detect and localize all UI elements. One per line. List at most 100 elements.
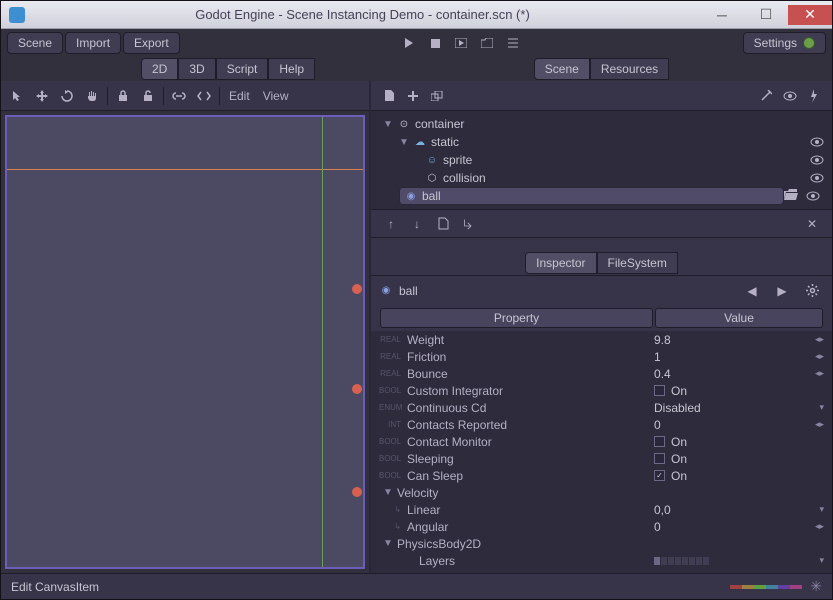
prop-value[interactable]: On	[654, 384, 824, 398]
inspector-object-name: ball	[399, 284, 734, 298]
menu-scene[interactable]: Scene	[7, 32, 63, 54]
history-back-icon[interactable]: ◀	[740, 280, 764, 302]
tab-inspector[interactable]: Inspector	[525, 252, 596, 274]
checkbox[interactable]	[654, 436, 665, 447]
delete-icon[interactable]: ✕	[800, 213, 824, 235]
list-icon[interactable]	[501, 32, 525, 54]
tab-2d[interactable]: 2D	[141, 58, 178, 80]
prop-value[interactable]: 9.8◂▸	[654, 333, 824, 347]
stop-icon[interactable]	[423, 32, 447, 54]
prop-row[interactable]: REALBounce0.4◂▸	[371, 365, 832, 382]
group-velocity[interactable]: ▼Velocity	[371, 484, 832, 501]
unlock-icon[interactable]	[136, 85, 160, 107]
connect-icon[interactable]	[754, 85, 778, 107]
code-icon[interactable]	[192, 85, 216, 107]
handle-icon[interactable]	[352, 284, 362, 294]
scene-toolbar	[371, 81, 832, 111]
prop-row[interactable]: REALFriction1◂▸	[371, 348, 832, 365]
prop-row[interactable]: BOOLCustom IntegratorOn	[371, 382, 832, 399]
settings-button[interactable]: Settings	[743, 32, 826, 54]
checkbox[interactable]	[654, 453, 665, 464]
handle-icon[interactable]	[352, 487, 362, 497]
checkbox[interactable]	[654, 385, 665, 396]
prop-value[interactable]: Disabled▾	[654, 401, 824, 415]
prop-row[interactable]: REALWeight9.8◂▸	[371, 331, 832, 348]
prop-name: Continuous Cd	[405, 401, 654, 415]
smiley-icon: ☺	[425, 153, 439, 167]
prop-name: Contact Monitor	[405, 435, 654, 449]
tab-script[interactable]: Script	[216, 58, 269, 80]
prop-value[interactable]: On	[654, 435, 824, 449]
prop-row[interactable]: ENUMContinuous CdDisabled▾	[371, 399, 832, 416]
prop-row[interactable]: Layers▾	[371, 552, 832, 569]
tree-row[interactable]: ☺ sprite	[377, 151, 826, 169]
inspector-tabs: Inspector FileSystem	[371, 251, 832, 275]
expand-icon[interactable]: ▼	[399, 137, 409, 148]
tab-3d[interactable]: 3D	[178, 58, 215, 80]
prop-value[interactable]: 0.4◂▸	[654, 367, 824, 381]
view-menu[interactable]: View	[257, 89, 295, 103]
signals-icon[interactable]	[802, 85, 826, 107]
lock-icon[interactable]	[111, 85, 135, 107]
tree-row-root[interactable]: ▼ ⊙ container	[377, 115, 826, 133]
tree-row[interactable]: ⬡ collision	[377, 169, 826, 187]
eye-icon[interactable]	[810, 155, 826, 165]
tab-resources[interactable]: Resources	[590, 58, 669, 80]
move-down-icon[interactable]: ↓	[405, 213, 429, 235]
property-headers: Property Value	[371, 305, 832, 331]
node-label: container	[415, 117, 464, 131]
visibility-icon[interactable]	[778, 85, 802, 107]
prop-row[interactable]: ↳Angular0◂▸	[371, 518, 832, 535]
new-node-icon[interactable]	[377, 85, 401, 107]
folder-icon[interactable]	[475, 32, 499, 54]
prop-value[interactable]: On	[654, 452, 824, 466]
tree-row-selected[interactable]: ◉ ball	[399, 187, 784, 205]
menu-export[interactable]: Export	[123, 32, 180, 54]
maximize-button[interactable]: ☐	[744, 5, 788, 25]
handle-icon[interactable]	[352, 384, 362, 394]
instance-icon[interactable]	[425, 85, 449, 107]
prop-value[interactable]: 1◂▸	[654, 350, 824, 364]
link-icon[interactable]	[167, 85, 191, 107]
rotate-icon[interactable]	[55, 85, 79, 107]
group-physicsbody[interactable]: ▼PhysicsBody2D	[371, 535, 832, 552]
add-icon[interactable]	[401, 85, 425, 107]
move-up-icon[interactable]: ↑	[379, 213, 403, 235]
prop-name: Contacts Reported	[405, 418, 654, 432]
pan-icon[interactable]	[80, 85, 104, 107]
close-button[interactable]: ✕	[788, 5, 832, 25]
checkbox[interactable]: ✓	[654, 470, 665, 481]
eye-icon[interactable]	[810, 137, 826, 147]
prop-row[interactable]: BOOLSleepingOn	[371, 450, 832, 467]
open-scene-icon[interactable]	[784, 189, 802, 203]
edit-menu[interactable]: Edit	[223, 89, 256, 103]
eye-icon[interactable]	[806, 191, 822, 201]
select-icon[interactable]	[5, 85, 29, 107]
prop-value[interactable]: ✓On	[654, 469, 824, 483]
prop-row[interactable]: BOOLContact MonitorOn	[371, 433, 832, 450]
prop-value[interactable]: 0◂▸	[654, 418, 824, 432]
scene-tree[interactable]: ▼ ⊙ container ▼ ☁ static ☺ sprite ⬡	[371, 111, 832, 209]
play-icon[interactable]	[397, 32, 421, 54]
tab-filesystem[interactable]: FileSystem	[597, 252, 678, 274]
tree-row[interactable]: ▼ ☁ static	[377, 133, 826, 151]
prop-row[interactable]: ↳Linear0,0▾	[371, 501, 832, 518]
spinner-icon: ✳	[810, 578, 822, 595]
duplicate-icon[interactable]	[431, 213, 455, 235]
move-icon[interactable]	[30, 85, 54, 107]
property-list[interactable]: REALWeight9.8◂▸REALFriction1◂▸REALBounce…	[371, 331, 832, 573]
reparent-icon[interactable]	[457, 213, 481, 235]
prop-row[interactable]: BOOLCan Sleep✓On	[371, 467, 832, 484]
menu-import[interactable]: Import	[65, 32, 121, 54]
gear-icon[interactable]	[800, 280, 824, 302]
prop-row[interactable]: INTContacts Reported0◂▸	[371, 416, 832, 433]
tab-help[interactable]: Help	[268, 58, 315, 80]
expand-icon[interactable]: ▼	[383, 119, 393, 130]
eye-icon[interactable]	[810, 173, 826, 183]
tab-scene[interactable]: Scene	[534, 58, 590, 80]
minimize-button[interactable]: ─	[700, 5, 744, 25]
prop-name: Custom Integrator	[405, 384, 654, 398]
history-forward-icon[interactable]: ▶	[770, 280, 794, 302]
play-scene-icon[interactable]	[449, 32, 473, 54]
viewport-2d[interactable]	[5, 115, 365, 569]
